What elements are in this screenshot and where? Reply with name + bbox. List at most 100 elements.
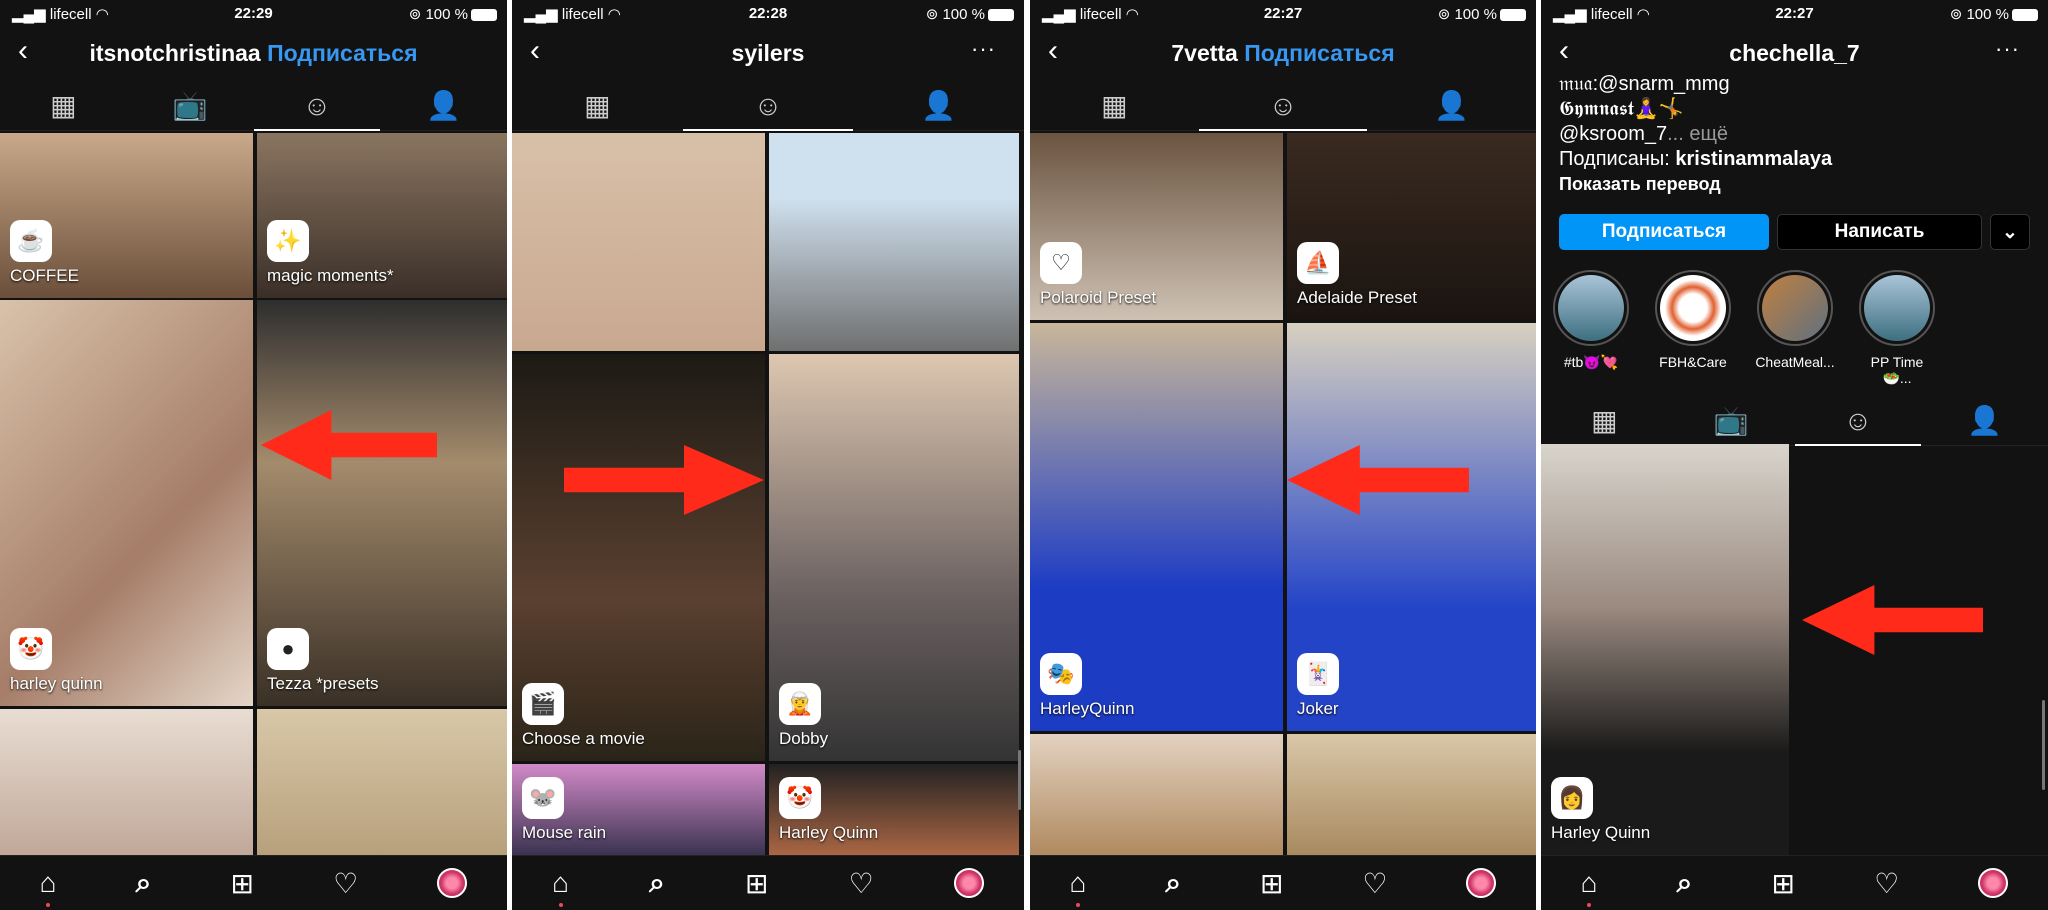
effect-tile[interactable]	[512, 133, 765, 351]
tab-effects[interactable]: ☺	[682, 81, 854, 131]
status-bar: ▂▄▆ lifecell ◠ 22:28 ⊚ 100 %	[512, 0, 1024, 28]
search-icon[interactable]: ⌕	[1165, 867, 1181, 900]
effect-icon: 🤡	[10, 628, 52, 670]
followed-by-user[interactable]: kristinammalaya	[1675, 148, 1832, 170]
igtv-icon: 📺	[1713, 405, 1749, 436]
effect-tile[interactable]: 🐭 Mouse rain	[512, 764, 765, 855]
username: syilers	[731, 40, 805, 66]
profile-tabs: ▦ 📺 ☺ 👤	[0, 81, 507, 131]
effect-tile[interactable]: ✨ magic moments*	[257, 133, 507, 298]
effect-info: 👩 Harley Quinn	[1551, 777, 1650, 843]
tab-grid[interactable]: ▦	[1030, 81, 1199, 130]
tab-effects[interactable]: ☺	[1794, 396, 1922, 446]
tab-tagged[interactable]: 👤	[1367, 81, 1536, 130]
effect-info: ☕ COFFEE	[10, 220, 79, 286]
heart-icon[interactable]: ♡	[333, 867, 358, 900]
home-icon[interactable]: ⌂	[40, 867, 57, 907]
highlight-item[interactable]: #tb😈💘	[1551, 270, 1631, 387]
effect-tile[interactable]	[1030, 734, 1283, 855]
message-button[interactable]: Написать	[1777, 214, 1982, 250]
highlight-item[interactable]: CheatMeal...	[1755, 270, 1835, 387]
profile-screen: ▂▄▆ lifecell ◠ 22:27 ⊚ 100 % ‹ chechella_7 ··…	[1541, 0, 2048, 910]
battery: ⊚ 100 %	[1950, 5, 2038, 23]
effect-tile[interactable]: ♡ Polaroid Preset	[1030, 133, 1283, 320]
search-icon[interactable]: ⌕	[1677, 867, 1693, 900]
profile-screen: ▂▄▆ lifecell ◠ 22:27 ⊚ 100 % ‹ 7vetta Подпис…	[1030, 0, 1536, 910]
tab-effects[interactable]: ☺	[1198, 81, 1368, 131]
effect-tile[interactable]	[0, 709, 253, 855]
effect-name: Choose a movie	[522, 729, 645, 748]
header-title: chechella_7	[1541, 40, 2048, 67]
more-options-icon[interactable]: ···	[971, 36, 996, 62]
effect-tile[interactable]	[257, 709, 507, 855]
add-icon[interactable]: ⊞	[745, 867, 768, 900]
heart-icon[interactable]: ♡	[849, 867, 874, 900]
tab-grid[interactable]: ▦	[512, 81, 683, 130]
tab-tagged[interactable]: 👤	[853, 81, 1024, 130]
header-title: syilers	[512, 40, 1024, 67]
follow-link[interactable]: Подписаться	[267, 40, 417, 66]
heart-icon[interactable]: ♡	[1874, 867, 1899, 900]
status-bar: ▂▄▆ lifecell ◠ 22:29 ⊚ 100 %	[0, 0, 507, 28]
highlight-label: PP Time🥗...	[1870, 354, 1924, 386]
tab-tagged[interactable]: 👤	[380, 81, 507, 130]
highlight-label: FBH&Care	[1659, 354, 1727, 370]
scrollbar[interactable]	[2042, 700, 2045, 790]
effects-icon: ☺	[1843, 404, 1873, 436]
effect-name: Mouse rain	[522, 823, 607, 842]
effect-tile[interactable]	[1287, 734, 1536, 855]
effect-tile[interactable]: 👩 Harley Quinn	[1541, 444, 1789, 855]
add-icon[interactable]: ⊞	[231, 867, 254, 900]
scrollbar[interactable]	[1018, 750, 1021, 810]
profile-avatar[interactable]	[1978, 868, 2009, 898]
tab-igtv[interactable]: 📺	[127, 81, 254, 130]
more-link[interactable]: ... ещё	[1667, 123, 1728, 145]
orientation-lock-icon: ⊚	[925, 6, 943, 23]
header-title: 7vetta Подписаться	[1030, 40, 1536, 67]
show-translation[interactable]: Показать перевод	[1559, 172, 1832, 197]
follow-link[interactable]: Подписаться	[1244, 40, 1394, 66]
profile-screen: ▂▄▆ lifecell ◠ 22:29 ⊚ 100 % ‹ itsnotchristi…	[0, 0, 507, 910]
header-title: itsnotchristinaa Подписаться	[0, 40, 507, 67]
username: itsnotchristinaa	[89, 40, 261, 66]
home-icon[interactable]: ⌂	[1069, 867, 1086, 907]
profile-avatar[interactable]	[953, 868, 984, 898]
tab-effects[interactable]: ☺	[253, 81, 381, 131]
effect-tile[interactable]: ● Tezza *presets	[257, 300, 507, 706]
effect-info: 🤡 harley quinn	[10, 628, 103, 694]
add-icon[interactable]: ⊞	[1772, 867, 1795, 900]
bio-mention[interactable]: @ksroom_7	[1559, 123, 1667, 145]
dropdown-button[interactable]: ⌄	[1990, 214, 2030, 250]
effect-tile[interactable]: 🃏 Joker	[1287, 323, 1536, 731]
effect-icon: 🐭	[522, 777, 564, 819]
effect-tile[interactable]: 🎭 HarleyQuinn	[1030, 323, 1283, 731]
home-icon[interactable]: ⌂	[1581, 867, 1598, 907]
effect-tile[interactable]: 🤡 Harley Quinn	[769, 764, 1019, 855]
tab-igtv[interactable]: 📺	[1668, 396, 1795, 445]
tab-tagged[interactable]: 👤	[1921, 396, 2048, 445]
heart-icon[interactable]: ♡	[1362, 867, 1387, 900]
effect-tile[interactable]: 🤡 harley quinn	[0, 300, 253, 706]
effect-info: ✨ magic moments*	[267, 220, 394, 286]
tagged-icon: 👤	[921, 90, 957, 121]
highlight-cover	[1655, 270, 1731, 346]
effect-tile[interactable]	[769, 133, 1019, 351]
highlight-item[interactable]: PP Time🥗...	[1857, 270, 1937, 387]
search-icon[interactable]: ⌕	[649, 867, 665, 900]
profile-avatar[interactable]	[1466, 868, 1497, 898]
orientation-lock-icon: ⊚	[408, 6, 426, 23]
add-icon[interactable]: ⊞	[1260, 867, 1283, 900]
profile-avatar[interactable]	[437, 868, 468, 898]
highlight-item[interactable]: FBH&Care	[1653, 270, 1733, 387]
effect-tile[interactable]: ☕ COFFEE	[0, 133, 253, 298]
search-icon[interactable]: ⌕	[136, 867, 152, 900]
effect-tile[interactable]: ⛵ Adelaide Preset	[1287, 133, 1536, 320]
tab-grid[interactable]: ▦	[0, 81, 127, 130]
follow-button[interactable]: Подписаться	[1559, 214, 1769, 250]
tab-grid[interactable]: ▦	[1541, 396, 1668, 445]
more-options-icon[interactable]: ···	[1995, 36, 2020, 62]
effect-tile[interactable]: 🎬 Choose a movie	[512, 354, 765, 761]
home-icon[interactable]: ⌂	[552, 867, 569, 907]
effect-name: harley quinn	[10, 674, 103, 693]
effect-tile[interactable]: 🧝 Dobby	[769, 354, 1019, 761]
